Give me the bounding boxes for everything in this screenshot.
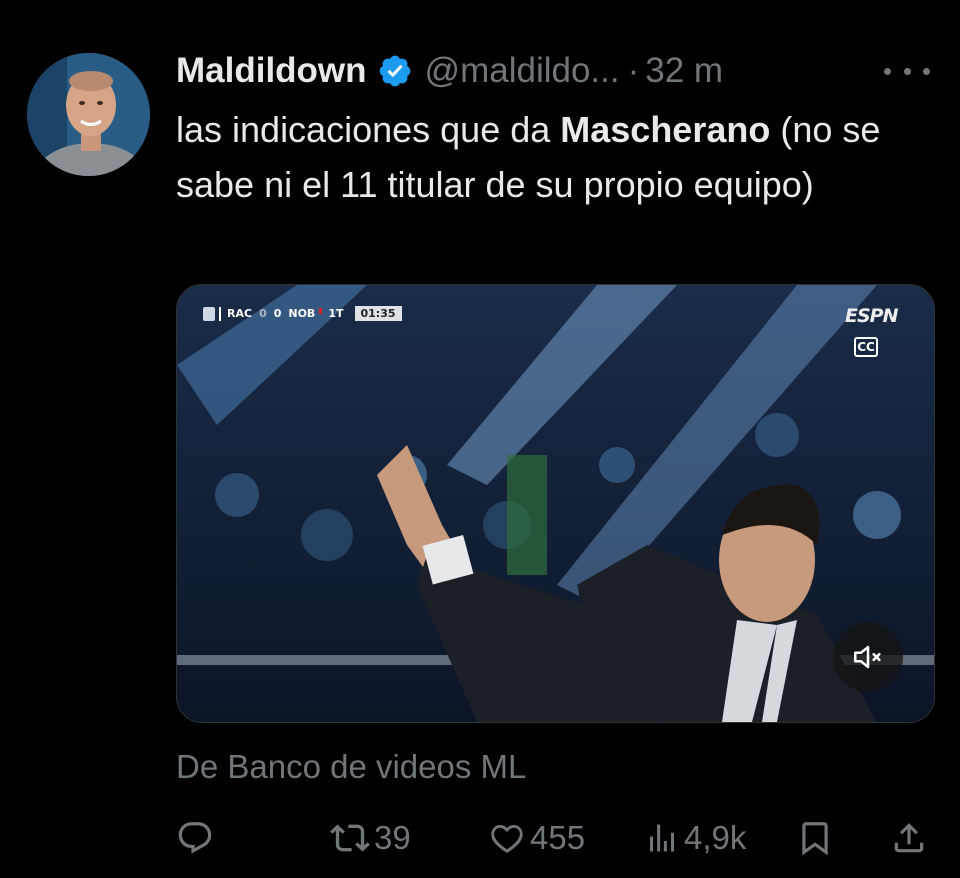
author-name[interactable]: Maldildown <box>176 51 367 91</box>
separator-dot: · <box>627 51 640 90</box>
muted-speaker-icon[interactable] <box>833 622 903 692</box>
tweet-text: las indicaciones que da Mascherano (no s… <box>176 102 936 212</box>
more-dots-icon[interactable] <box>884 56 930 86</box>
retweet-icon <box>330 818 370 858</box>
heart-icon <box>488 819 526 857</box>
bookmark-button[interactable] <box>796 812 834 864</box>
views-button[interactable]: 4,9k <box>644 812 746 864</box>
red-card-icon <box>319 307 323 314</box>
match-half: 1T <box>328 307 344 320</box>
retweet-button[interactable]: 39 <box>330 812 411 864</box>
closed-captions-button[interactable]: CC <box>854 337 878 357</box>
reply-button[interactable] <box>176 812 218 864</box>
views-count: 4,9k <box>684 819 747 856</box>
author-avatar[interactable] <box>27 53 150 176</box>
video-player[interactable]: RAC 0 0 NOB 1T 01:35 ESPN CC <box>176 284 935 723</box>
scorebug: RAC 0 0 NOB 1T 01:35 <box>203 305 402 322</box>
video-source-label[interactable]: De Banco de videos ML <box>176 748 526 786</box>
avatar-image <box>27 53 150 176</box>
away-team: NOB <box>288 307 316 320</box>
home-score: 0 <box>259 307 267 320</box>
tweet-header: Maldildown @maldildo... · 32 m <box>176 48 723 94</box>
views-chart-icon <box>644 820 680 856</box>
match-clock: 01:35 <box>354 306 402 321</box>
video-frame <box>177 285 934 722</box>
reply-icon <box>176 819 214 857</box>
author-handle[interactable]: @maldildo... <box>425 51 620 91</box>
scorebug-divider <box>219 306 221 321</box>
broadcaster-logo: ESPN <box>845 305 899 327</box>
like-count: 455 <box>530 819 586 856</box>
tweet-timestamp[interactable]: 32 m <box>645 51 723 91</box>
bookmark-icon <box>796 819 834 857</box>
home-team: RAC <box>227 307 253 320</box>
verified-badge-icon <box>377 53 413 89</box>
away-score: 0 <box>273 307 282 320</box>
action-bar: 39 455 4,9k <box>176 812 936 864</box>
tweet-text-part: las indicaciones que da <box>176 109 561 150</box>
league-crest-icon <box>203 306 215 321</box>
like-button[interactable]: 455 <box>488 812 585 864</box>
share-icon <box>890 819 928 857</box>
tweet-text-bold: Mascherano <box>560 109 771 150</box>
share-button[interactable] <box>890 812 928 864</box>
retweet-count: 39 <box>374 819 411 856</box>
